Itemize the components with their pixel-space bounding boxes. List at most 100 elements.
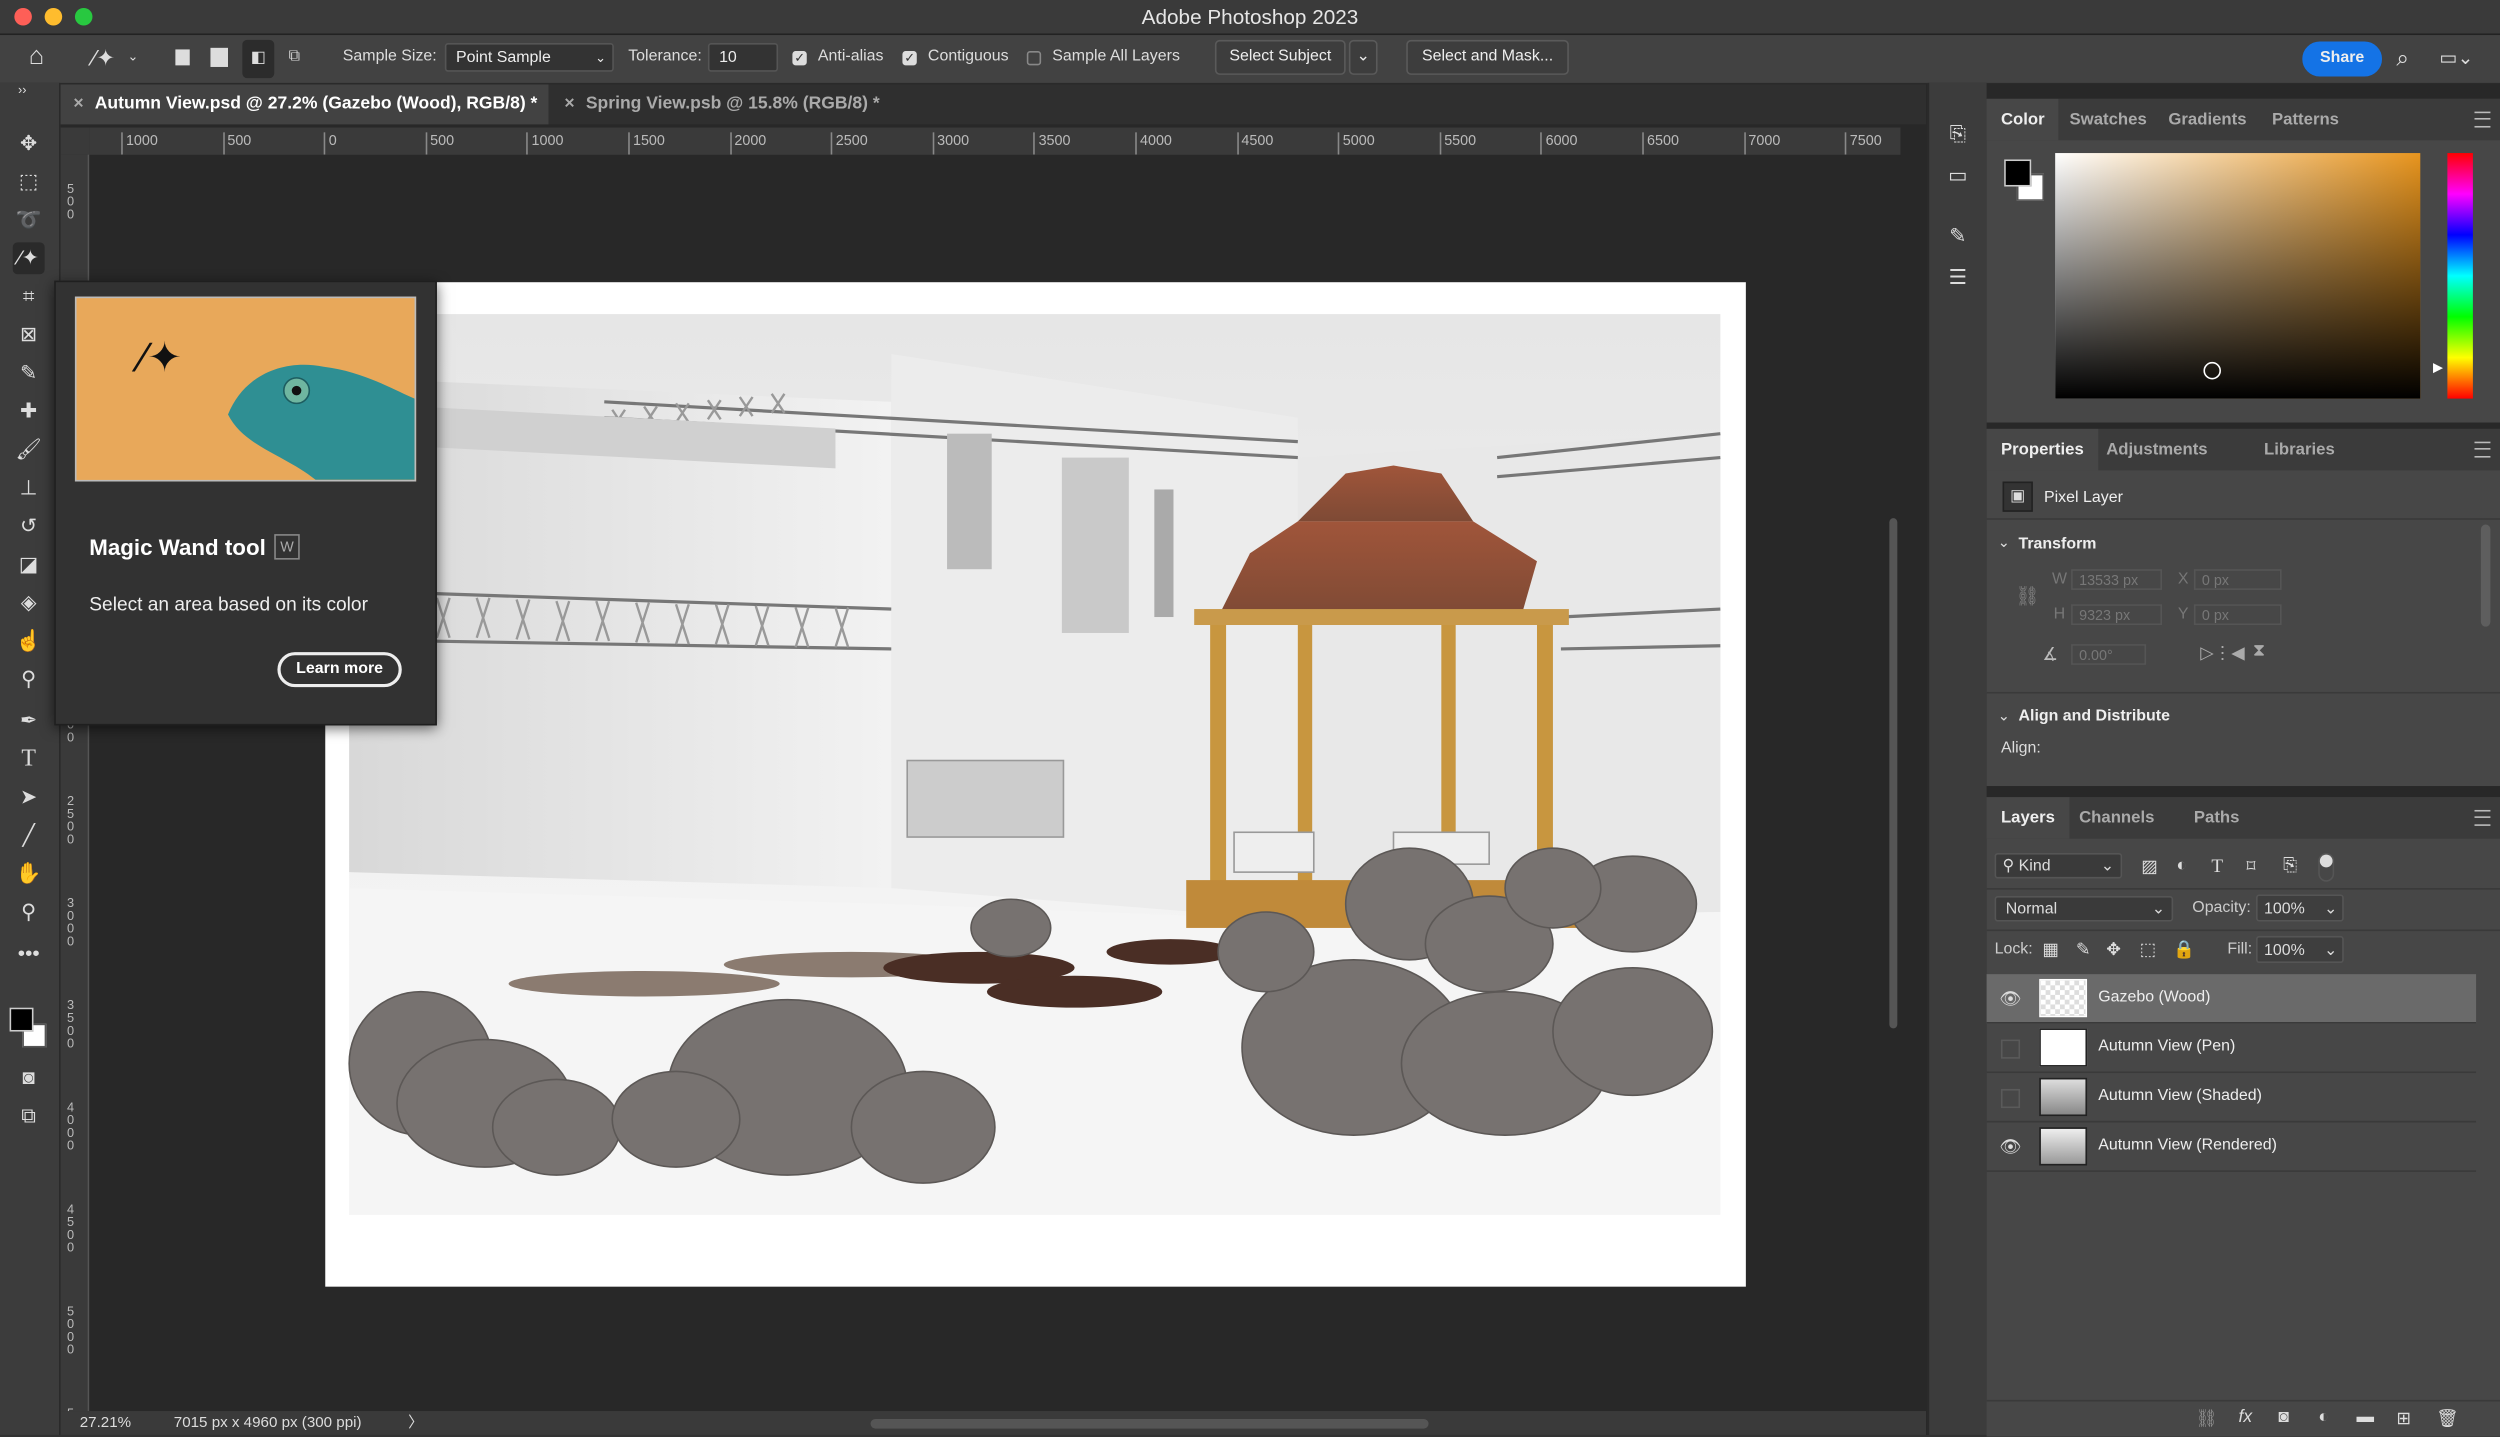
filter-toggle[interactable]	[2318, 852, 2335, 882]
layer-filter-select[interactable]: ⚲ Kind ⌄	[1994, 852, 2123, 879]
horizontal-scrollbar[interactable]	[870, 1419, 1429, 1429]
tab-swatches[interactable]: Swatches	[2055, 99, 2161, 140]
new-selection-icon[interactable]	[175, 35, 190, 83]
horizontal-ruler[interactable]: 1000 500 0 500 1000 1500 2000 2500 3000 3500 4000 4…	[89, 127, 1901, 157]
minimize-window-button[interactable]	[44, 7, 63, 26]
ruler-origin[interactable]	[60, 127, 90, 155]
history-brush-icon[interactable]: ↺	[13, 510, 45, 542]
transform-section-title[interactable]: Transform	[2018, 536, 2096, 554]
anti-alias-checkbox[interactable]: ✓	[792, 51, 807, 66]
layer-row-gazebo-wood[interactable]: 👁 Gazebo (Wood)	[1986, 974, 2477, 1024]
hand-tool-icon[interactable]: ✋	[13, 858, 45, 890]
pen-tool-icon[interactable]: ✒	[13, 705, 45, 737]
hue-slider[interactable]	[2447, 153, 2473, 399]
eyedropper-tool-icon[interactable]: ✎	[13, 357, 45, 389]
layer-row-autumn-pen[interactable]: Autumn View (Pen)	[1986, 1024, 2477, 1074]
select-subject-button[interactable]: Select Subject	[1214, 39, 1346, 75]
tab-spring-view[interactable]: × Spring View.psb @ 15.8% (RGB/8) *	[552, 85, 895, 125]
tab-adjustments[interactable]: Adjustments	[2092, 429, 2222, 470]
move-tool-icon[interactable]: ✥	[13, 128, 45, 160]
expand-icon[interactable]: ››	[6, 83, 38, 99]
lock-image-icon[interactable]: ✎	[2076, 939, 2091, 960]
add-mask-icon[interactable]: ◙	[2278, 1408, 2289, 1427]
contiguous-checkbox[interactable]: ✓	[902, 51, 917, 66]
select-and-mask-button[interactable]: Select and Mask...	[1406, 39, 1569, 75]
new-group-icon[interactable]: ▬	[2357, 1408, 2375, 1427]
filter-smart-object-icon[interactable]: ⎘	[2283, 856, 2297, 877]
subtract-from-selection-icon[interactable]: ◧	[242, 39, 275, 79]
line-tool-icon[interactable]: ╱	[13, 820, 45, 852]
comments-panel-icon[interactable]: ▭	[1942, 159, 1974, 191]
zoom-tool-icon[interactable]: ⚲	[13, 896, 45, 928]
tab-properties[interactable]: Properties	[1986, 428, 2099, 471]
add-to-selection-icon[interactable]	[210, 35, 228, 83]
chevron-down-icon[interactable]: ⌄	[2324, 896, 2337, 923]
tab-channels[interactable]: Channels	[2065, 797, 2169, 838]
tab-color[interactable]: Color	[1986, 98, 2060, 141]
visibility-toggle[interactable]	[2000, 1088, 2021, 1109]
crop-tool-icon[interactable]: ⌗	[13, 281, 45, 313]
more-tools-icon[interactable]: •••	[13, 938, 45, 970]
collapse-align-icon[interactable]: ⌄	[1998, 708, 2010, 726]
learn-more-button[interactable]: Learn more	[277, 652, 402, 688]
blend-mode-select[interactable]: Normal ⌄	[1994, 896, 2174, 922]
width-input[interactable]: 13533 px	[2071, 569, 2162, 590]
close-window-button[interactable]	[14, 7, 32, 26]
close-tab-icon[interactable]: ×	[73, 94, 83, 113]
healing-brush-icon[interactable]: ✚	[13, 395, 45, 427]
angle-input[interactable]: 0.00°	[2071, 644, 2147, 665]
link-dimensions-icon[interactable]: ⛓	[2015, 585, 2039, 607]
maximize-window-button[interactable]	[74, 7, 93, 26]
path-selection-icon[interactable]: ➤	[13, 781, 45, 813]
adjustment-layer-icon[interactable]: ◐	[2318, 1408, 2329, 1427]
screen-mode-icon[interactable]: ⧉	[13, 1100, 45, 1132]
panel-menu-icon[interactable]	[2474, 111, 2491, 128]
paint-bucket-icon[interactable]: ◈	[13, 587, 45, 619]
smudge-tool-icon[interactable]: ☝	[13, 625, 45, 657]
foreground-color-swatch[interactable]	[9, 1007, 34, 1032]
foreground-color-swatch[interactable]	[2004, 159, 2032, 187]
lock-artboard-icon[interactable]: ⬚	[2140, 939, 2157, 960]
chevron-down-icon[interactable]: ⌄	[2324, 938, 2337, 965]
tab-patterns[interactable]: Patterns	[2258, 99, 2354, 140]
lock-position-icon[interactable]: ✥	[2106, 939, 2121, 960]
tab-gradients[interactable]: Gradients	[2154, 99, 2261, 140]
intersect-selection-icon[interactable]: ⧉	[289, 35, 300, 83]
layer-row-autumn-rendered[interactable]: 👁 Autumn View (Rendered)	[1986, 1122, 2477, 1172]
share-button[interactable]: Share	[2302, 41, 2383, 77]
eraser-tool-icon[interactable]: ◪	[13, 548, 45, 580]
visibility-toggle[interactable]	[2000, 1039, 2021, 1059]
select-subject-dropdown[interactable]: ⌄	[1348, 39, 1378, 75]
new-layer-icon[interactable]: ⊞	[2396, 1408, 2411, 1428]
workspace-icon[interactable]: ▭⌄	[2439, 35, 2473, 83]
filter-pixel-icon[interactable]: ▨	[2141, 856, 2158, 877]
tab-paths[interactable]: Paths	[2180, 797, 2254, 838]
panel-menu-icon[interactable]	[2474, 441, 2491, 458]
marquee-tool-icon[interactable]: ⬚	[13, 166, 45, 198]
filter-adjustment-icon[interactable]: ◐	[2176, 856, 2187, 875]
filter-shape-icon[interactable]: ⌑	[2246, 856, 2255, 877]
type-tool-icon[interactable]: T	[13, 743, 45, 775]
tab-layers[interactable]: Layers	[1986, 797, 2070, 839]
opacity-input[interactable]: 100% ⌄	[2256, 894, 2344, 923]
properties-scrollbar[interactable]	[2480, 524, 2491, 627]
tab-autumn-view[interactable]: × Autumn View.psd @ 27.2% (Gazebo (Wood),…	[60, 84, 549, 125]
flip-horizontal-icon[interactable]: ▷⋮◀	[2200, 643, 2245, 663]
align-section-title[interactable]: Align and Distribute	[2018, 708, 2169, 726]
fx-icon[interactable]: fx	[2239, 1408, 2253, 1427]
fill-input[interactable]: 100% ⌄	[2256, 935, 2344, 965]
vertical-scrollbar[interactable]	[1889, 518, 1898, 1029]
clone-stamp-icon[interactable]: ⊥	[13, 472, 45, 504]
color-picker-handle[interactable]	[2203, 361, 2221, 380]
filter-type-icon[interactable]: T	[2211, 855, 2223, 879]
brush-settings-icon[interactable]: ✎	[1942, 220, 1974, 252]
delete-layer-icon[interactable]: 🗑	[2436, 1408, 2458, 1428]
history-panel-icon[interactable]: ⎘	[1942, 118, 1974, 150]
lasso-tool-icon[interactable]: ➰	[13, 204, 45, 236]
panel-menu-icon[interactable]	[2474, 809, 2491, 826]
quick-mask-icon[interactable]: ◙	[13, 1062, 45, 1094]
zoom-level[interactable]: 27.21%	[80, 1411, 131, 1435]
visibility-eye-icon[interactable]: 👁	[1999, 989, 2021, 1009]
link-layers-icon[interactable]: ⛓	[2195, 1408, 2217, 1428]
close-tab-icon[interactable]: ×	[564, 94, 574, 113]
